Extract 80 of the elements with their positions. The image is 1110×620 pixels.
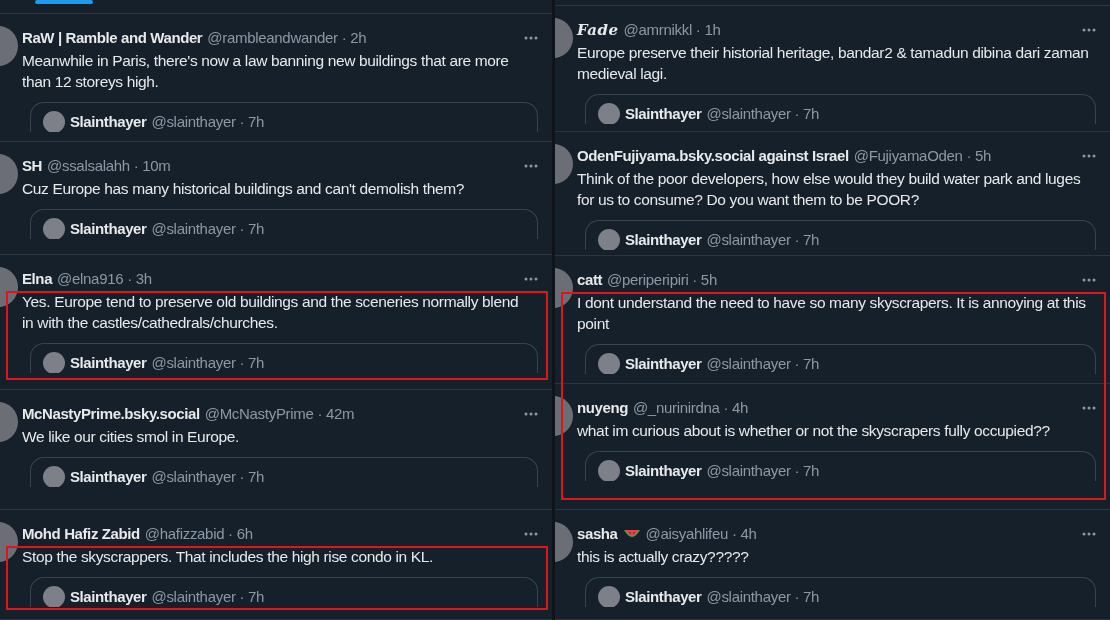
quoted-handle-time: @slainthayer · 7h <box>151 588 265 605</box>
user-handle-time: @elna916 · 3h <box>57 269 152 289</box>
quoted-tweet[interactable]: Slainthayer @slainthayer · 7h <box>30 343 538 373</box>
user-name[interactable]: sasha <box>577 524 618 544</box>
quoted-avatar <box>598 459 620 481</box>
quoted-user-name: Slainthayer <box>70 354 147 371</box>
quoted-handle-time: @slainthayer · 7h <box>706 355 820 372</box>
user-name[interactable]: nuyeng <box>577 398 628 418</box>
quoted-tweet[interactable]: Slainthayer @slainthayer · 7h <box>585 94 1096 124</box>
quoted-avatar <box>598 585 620 607</box>
more-options-icon[interactable] <box>1082 278 1096 282</box>
user-name[interactable]: SH <box>22 156 43 176</box>
quoted-handle-time: @slainthayer · 7h <box>151 354 265 371</box>
quoted-tweet[interactable]: Slainthayer @slainthayer · 7h <box>30 102 538 132</box>
user-handle-time: @rambleandwander · 2h <box>207 28 367 48</box>
quoted-tweet[interactable]: Slainthayer @slainthayer · 7h <box>585 344 1096 374</box>
more-options-icon[interactable] <box>1082 406 1096 410</box>
quoted-avatar <box>43 351 65 373</box>
tweet-text: this is actually crazy????? <box>577 547 750 567</box>
quoted-tweet[interactable]: Slainthayer @slainthayer · 7h <box>585 220 1096 250</box>
user-name[interactable]: Mohd Hafiz Zabid <box>22 524 140 544</box>
quoted-handle-time: @slainthayer · 7h <box>151 220 265 237</box>
quoted-avatar <box>598 228 620 250</box>
quoted-handle-time: @slainthayer · 7h <box>706 588 820 605</box>
user-handle-time: @FujiyamaOden · 5h <box>853 146 992 166</box>
user-handle-time: @McNastyPrime · 42m <box>204 404 355 424</box>
more-options-icon[interactable] <box>524 532 538 536</box>
user-name[interactable]: Elna <box>22 269 53 289</box>
quoted-avatar <box>43 110 65 132</box>
user-handle-time: @periperipiri · 5h <box>607 270 717 290</box>
quoted-handle-time: @slainthayer · 7h <box>151 468 265 485</box>
quoted-handle-time: @slainthayer · 7h <box>151 113 265 130</box>
quoted-user-name: Slainthayer <box>70 468 147 485</box>
tweet-text: Stop the skyscrappers. That includes the high rise condo in KL. <box>22 547 435 567</box>
quoted-user-name: Slainthayer <box>625 588 702 605</box>
quoted-avatar <box>43 585 65 607</box>
quoted-tweet[interactable]: Slainthayer @slainthayer · 7h <box>585 577 1096 607</box>
user-handle-time: @ssalsalahh · 10m <box>47 156 171 176</box>
tweet-text: Think of the poor developers, how else would they build water park and luges for us to consume? Do you want them to be POOR? <box>577 169 1082 210</box>
quoted-user-name: Slainthayer <box>70 220 147 237</box>
quoted-handle-time: @slainthayer · 7h <box>706 105 820 122</box>
user-name[interactable]: catt <box>577 270 603 290</box>
quoted-user-name: Slainthayer <box>625 355 702 372</box>
more-options-icon[interactable] <box>524 36 538 40</box>
user-name[interactable]: McNastyPrime.bsky.social <box>22 404 200 424</box>
tweet-text: Cuz Europe has many historical buildings and can't demolish them? <box>22 179 466 199</box>
quoted-user-name: Slainthayer <box>70 588 147 605</box>
quoted-user-name: Slainthayer <box>625 462 702 479</box>
user-handle-time: @_nurinirdna · 4h <box>632 398 749 418</box>
user-name[interactable]: OdenFujiyama.bsky.social against Israel <box>577 146 849 166</box>
quoted-tweet[interactable]: Slainthayer @slainthayer · 7h <box>30 577 538 607</box>
more-options-icon[interactable] <box>524 277 538 281</box>
user-handle-time: @amrnikkl · 1h <box>623 20 721 40</box>
more-options-icon[interactable] <box>524 412 538 416</box>
more-options-icon[interactable] <box>524 164 538 168</box>
user-name[interactable]: RaW | Ramble and Wander <box>22 28 203 48</box>
user-name[interactable]: Fade <box>577 20 619 40</box>
quoted-tweet[interactable]: Slainthayer @slainthayer · 7h <box>30 209 538 239</box>
quoted-avatar <box>598 352 620 374</box>
quoted-avatar <box>43 217 65 239</box>
quoted-user-name: Slainthayer <box>625 105 702 122</box>
quoted-tweet[interactable]: Slainthayer @slainthayer · 7h <box>30 457 538 487</box>
quoted-handle-time: @slainthayer · 7h <box>706 231 820 248</box>
more-options-icon[interactable] <box>1082 154 1096 158</box>
user-handle-time: @hafizzabid · 6h <box>144 524 253 544</box>
quoted-user-name: Slainthayer <box>70 113 147 130</box>
tweet-text: Yes. Europe tend to preserve old buildings and the sceneries normally blend in with the castles/cathedrals/churches. <box>22 292 520 333</box>
more-options-icon[interactable] <box>1082 28 1096 32</box>
tweet-text: We like our cities smol in Europe. <box>22 427 240 447</box>
quoted-tweet[interactable]: Slainthayer @slainthayer · 7h <box>585 451 1096 481</box>
quoted-avatar <box>43 465 65 487</box>
tweet-text: I dont understand the need to have so many skyscrapers. It is annoying at this point <box>577 293 1087 334</box>
tweet-text: Meanwhile in Paris, there's now a law banning new buildings that are more than 12 storeys high. <box>22 51 510 92</box>
user-handle-time: @aisyahlifeu · 4h <box>645 524 757 544</box>
quoted-user-name: Slainthayer <box>625 231 702 248</box>
quoted-avatar <box>598 102 620 124</box>
more-options-icon[interactable] <box>1082 532 1096 536</box>
tweet-text: Europe preserve their historial heritage, bandar2 & tamadun dibina dari zaman medieval lagi. <box>577 43 1090 84</box>
quoted-handle-time: @slainthayer · 7h <box>706 462 820 479</box>
tweet-text: what im curious about is whether or not the skyscrapers fully occupied?? <box>577 421 1051 441</box>
